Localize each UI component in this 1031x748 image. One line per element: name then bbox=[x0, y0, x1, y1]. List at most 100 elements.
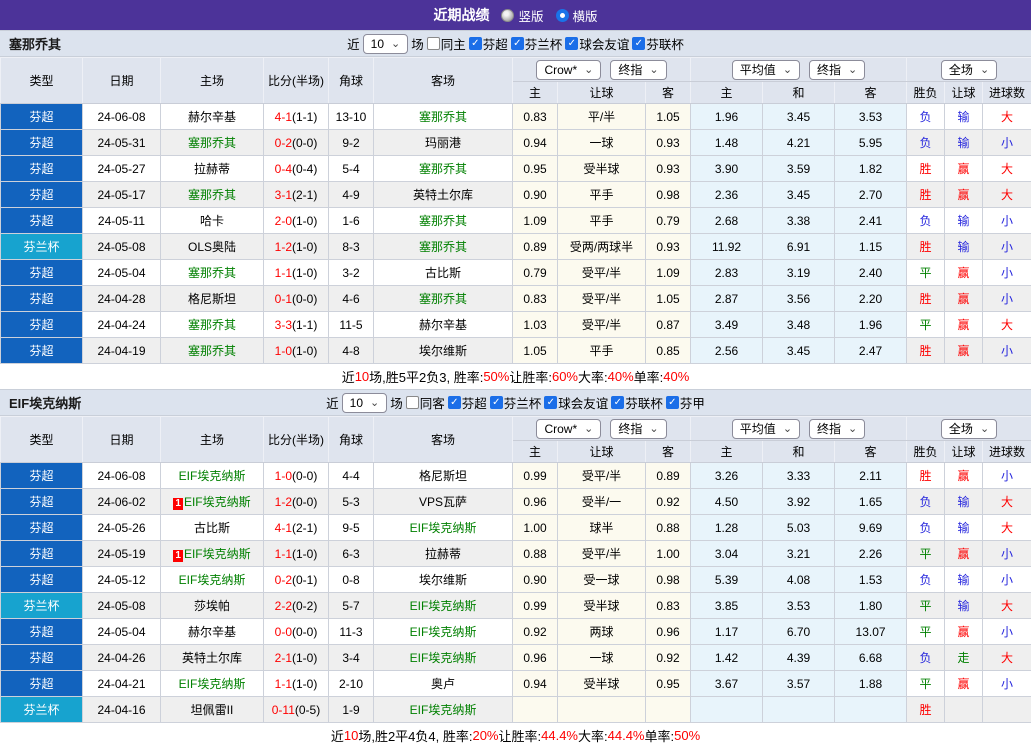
bookmaker-select[interactable]: Crow* ⌄ bbox=[536, 60, 601, 80]
avg-index-type-select[interactable]: 终指 ⌄ bbox=[809, 419, 865, 439]
score-cell: 3-3(1-1) bbox=[264, 312, 329, 338]
handicap-odds-home: 1.05 bbox=[513, 338, 558, 364]
league-checkbox[interactable]: ✓芬超 bbox=[469, 34, 508, 53]
col-score: 比分(半场) bbox=[264, 58, 329, 104]
handicap-odds-away: 0.88 bbox=[646, 515, 691, 541]
handicap-odds-away: 0.93 bbox=[646, 156, 691, 182]
summary-segment: 60% bbox=[552, 369, 578, 384]
result-handicap-value: 赢 bbox=[958, 547, 970, 561]
same-venue-checkbox[interactable]: 同主 bbox=[427, 34, 466, 53]
league-type-cell: 芬超 bbox=[1, 338, 83, 364]
halftime-score: (0-0) bbox=[292, 625, 317, 639]
result-goals: 大 bbox=[983, 645, 1031, 671]
radio-unselected-icon[interactable] bbox=[501, 9, 514, 22]
league-checkbox[interactable]: ✓芬甲 bbox=[666, 393, 705, 412]
result-goals-value: 小 bbox=[1001, 625, 1013, 639]
scope-select[interactable]: 全场 ⌄ bbox=[941, 60, 997, 80]
result-handicap-value: 赢 bbox=[958, 266, 970, 280]
result-goals-value: 小 bbox=[1001, 214, 1013, 228]
checkbox-checked-icon[interactable]: ✓ bbox=[448, 396, 461, 409]
result-wdl-value: 平 bbox=[920, 677, 932, 691]
result-handicap: 输 bbox=[945, 567, 983, 593]
vertical-layout-radio[interactable]: 竖版 bbox=[501, 6, 543, 25]
league-checkbox[interactable]: ✓球会友谊 bbox=[544, 393, 608, 412]
checkbox-checked-icon[interactable]: ✓ bbox=[490, 396, 503, 409]
avg-odds-home: 1.28 bbox=[691, 515, 763, 541]
vertical-layout-label: 竖版 bbox=[518, 6, 543, 25]
result-goals-value: 小 bbox=[1001, 240, 1013, 254]
chevron-down-icon: ⌄ bbox=[391, 39, 400, 49]
checkbox-checked-icon[interactable]: ✓ bbox=[469, 37, 482, 50]
chevron-down-icon: ⌄ bbox=[649, 424, 658, 434]
away-team-name: 埃尔维斯 bbox=[419, 344, 467, 358]
bookmaker-select[interactable]: Crow* ⌄ bbox=[536, 419, 601, 439]
result-handicap: 赢 bbox=[945, 156, 983, 182]
result-wdl: 平 bbox=[907, 260, 945, 286]
result-handicap: 输 bbox=[945, 489, 983, 515]
result-handicap-value: 输 bbox=[958, 599, 970, 613]
horizontal-layout-radio[interactable]: 横版 bbox=[556, 6, 598, 25]
home-team-cell: 1EIF埃克纳斯 bbox=[161, 489, 264, 515]
score-cell: 1-2(0-0) bbox=[264, 489, 329, 515]
score-cell: 1-2(1-0) bbox=[264, 234, 329, 260]
checkbox-checked-icon[interactable]: ✓ bbox=[565, 37, 578, 50]
result-handicap: 赢 bbox=[945, 671, 983, 697]
match-date: 24-04-16 bbox=[83, 697, 161, 723]
result-wdl: 负 bbox=[907, 515, 945, 541]
avg-odds-draw: 3.45 bbox=[763, 182, 835, 208]
league-checkbox[interactable]: ✓球会友谊 bbox=[565, 34, 629, 53]
checkbox-checked-icon[interactable]: ✓ bbox=[666, 396, 679, 409]
checkbox-unchecked-icon[interactable] bbox=[427, 37, 440, 50]
avg-odds-away: 1.96 bbox=[835, 312, 907, 338]
index-type-select[interactable]: 终指 ⌄ bbox=[610, 419, 666, 439]
corner-cell: 3-2 bbox=[329, 260, 374, 286]
checkbox-unchecked-icon[interactable] bbox=[406, 396, 419, 409]
checkbox-checked-icon[interactable]: ✓ bbox=[544, 396, 557, 409]
match-count-select[interactable]: 10 ⌄ bbox=[363, 34, 409, 54]
match-date: 24-04-28 bbox=[83, 286, 161, 312]
away-team-name: 古比斯 bbox=[425, 266, 461, 280]
halftime-score: (0-4) bbox=[292, 162, 317, 176]
checkbox-checked-icon[interactable]: ✓ bbox=[511, 37, 524, 50]
home-team-name: EIF埃克纳斯 bbox=[184, 495, 251, 509]
league-checkbox[interactable]: ✓芬兰杯 bbox=[511, 34, 563, 53]
red-card-badge: 1 bbox=[173, 550, 183, 562]
radio-selected-icon[interactable] bbox=[556, 9, 569, 22]
league-checkbox[interactable]: ✓芬联杯 bbox=[611, 393, 663, 412]
avg-odds-away: 1.65 bbox=[835, 489, 907, 515]
match-count-select[interactable]: 10 ⌄ bbox=[342, 393, 388, 413]
fulltime-score: 0-11 bbox=[272, 703, 295, 717]
league-type-cell: 芬超 bbox=[1, 645, 83, 671]
avg-odds-draw: 4.39 bbox=[763, 645, 835, 671]
result-goals: 小 bbox=[983, 130, 1031, 156]
avg-odds-home: 2.56 bbox=[691, 338, 763, 364]
league-checkbox[interactable]: ✓芬联杯 bbox=[632, 34, 684, 53]
avg-index-type-select[interactable]: 终指 ⌄ bbox=[809, 60, 865, 80]
result-goals-value: 大 bbox=[1001, 188, 1013, 202]
checkbox-checked-icon[interactable]: ✓ bbox=[611, 396, 624, 409]
average-select[interactable]: 平均值 ⌄ bbox=[732, 60, 800, 80]
league-checkbox[interactable]: ✓芬超 bbox=[448, 393, 487, 412]
league-checkbox[interactable]: ✓芬兰杯 bbox=[490, 393, 542, 412]
away-team-cell: EIF埃克纳斯 bbox=[374, 593, 513, 619]
average-select[interactable]: 平均值 ⌄ bbox=[732, 419, 800, 439]
scope-select[interactable]: 全场 ⌄ bbox=[941, 419, 997, 439]
match-date: 24-05-27 bbox=[83, 156, 161, 182]
same-venue-checkbox[interactable]: 同客 bbox=[406, 393, 445, 412]
index-type-select[interactable]: 终指 ⌄ bbox=[610, 60, 666, 80]
away-team-cell: 塞那乔其 bbox=[374, 156, 513, 182]
handicap-odds-home: 0.94 bbox=[513, 130, 558, 156]
avg-odds-home: 4.50 bbox=[691, 489, 763, 515]
match-date: 24-06-02 bbox=[83, 489, 161, 515]
summary-segment: 近 bbox=[342, 367, 355, 386]
checkbox-checked-icon[interactable]: ✓ bbox=[632, 37, 645, 50]
avg-odds-draw: 3.19 bbox=[763, 260, 835, 286]
table-row: 芬兰杯24-05-08莎埃帕2-2(0-2)5-7EIF埃克纳斯0.99受半球0… bbox=[1, 593, 1031, 619]
league-type-cell: 芬超 bbox=[1, 208, 83, 234]
table-row: 芬超24-06-021EIF埃克纳斯1-2(0-0)5-3VPS瓦萨0.96受半… bbox=[1, 489, 1031, 515]
result-wdl: 负 bbox=[907, 489, 945, 515]
result-wdl: 负 bbox=[907, 208, 945, 234]
table-row: 芬超24-04-28格尼斯坦0-1(0-0)4-6塞那乔其0.83受平/半1.0… bbox=[1, 286, 1031, 312]
league-type-cell: 芬超 bbox=[1, 312, 83, 338]
summary-segment: 让胜率: bbox=[509, 367, 552, 386]
